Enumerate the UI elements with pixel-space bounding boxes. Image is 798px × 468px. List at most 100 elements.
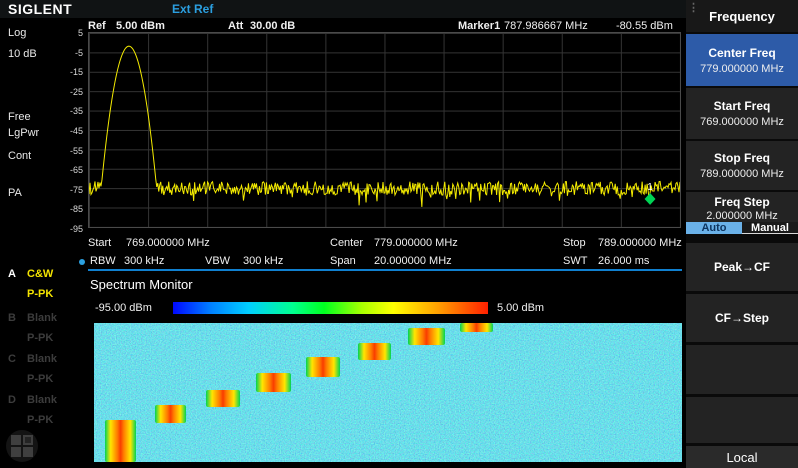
waterfall-display — [94, 323, 682, 462]
stop-freq-label: Stop Freq — [714, 151, 770, 165]
waterfall-hotspot — [408, 328, 445, 345]
trace-a-detector: P-PK — [27, 288, 53, 300]
swt-value: 26.000 ms — [598, 255, 649, 267]
trace-d-mode: Blank — [27, 394, 57, 406]
y-axis-tick: -5 — [75, 48, 83, 58]
marker-freq: 787.986667 MHz — [504, 20, 588, 32]
center-label: Center — [330, 237, 363, 249]
y-axis-tick: -85 — [70, 204, 83, 214]
marker1-diamond-icon — [645, 193, 656, 205]
peak-to-cf-button[interactable]: Peak→CF — [686, 243, 798, 291]
manual-option[interactable]: Manual — [742, 222, 798, 234]
title-bar: SIGLENT Ext Ref — [0, 0, 686, 18]
cf-to-step-button[interactable]: CF→Step — [686, 294, 798, 342]
grip-dots-icon: ⋮ — [688, 4, 699, 12]
y-axis-tick: -55 — [70, 146, 83, 156]
trace-c-id: C — [8, 353, 16, 365]
trace-c-detector: P-PK — [27, 373, 53, 385]
window-layout-button[interactable] — [6, 430, 38, 462]
center-value: 779.000000 MHz — [374, 237, 458, 249]
rbw-coupled-dot-icon — [79, 259, 85, 265]
start-value: 769.000000 MHz — [126, 237, 210, 249]
scale-max-label: 5.00 dBm — [497, 302, 544, 314]
att-value: 30.00 dB — [250, 20, 295, 32]
preamp-label: PA — [8, 187, 22, 199]
sweep-label: Cont — [8, 150, 31, 162]
freq-step-value: 2.000000 MHz — [706, 210, 778, 222]
stop-freq-value: 789.000000 MHz — [700, 168, 784, 180]
freq-step-button[interactable]: Freq Step 2.000000 MHz Auto Manual — [686, 192, 798, 234]
waterfall-hotspot — [256, 373, 291, 392]
scale-min-label: -95.00 dBm — [95, 302, 152, 314]
freq-step-mode-toggle: Auto Manual — [686, 222, 798, 234]
amplitude-color-scale — [173, 302, 488, 314]
trace-d-detector: P-PK — [27, 414, 53, 426]
spectrum-analyzer-screen: SIGLENT Ext Ref Ref 5.00 dBm Att 30.00 d… — [0, 0, 798, 468]
y-axis-tick: -15 — [70, 67, 83, 77]
waterfall-hotspot — [206, 390, 240, 407]
vbw-value: 300 kHz — [243, 255, 283, 267]
span-label: Span — [330, 255, 356, 267]
cf-to-step-label: CF→Step — [715, 311, 769, 325]
marker1-number: 1 — [647, 182, 653, 193]
start-freq-value: 769.000000 MHz — [700, 116, 784, 128]
y-axis-tick: -35 — [70, 106, 83, 116]
ref-value: 5.00 dBm — [116, 20, 165, 32]
layout-grid-icon — [11, 447, 21, 457]
y-axis-tick: -75 — [70, 185, 83, 195]
section-divider — [88, 269, 682, 271]
center-freq-label: Center Freq — [708, 46, 775, 60]
scale-type-label: Log — [8, 27, 26, 39]
waterfall-hotspot — [155, 405, 186, 423]
power-label: LgPwr — [8, 127, 39, 139]
layout-grid-icon — [11, 435, 21, 445]
auto-option[interactable]: Auto — [686, 222, 742, 234]
trace-b-detector: P-PK — [27, 332, 53, 344]
center-freq-button[interactable]: Center Freq 779.000000 MHz — [686, 34, 798, 86]
stop-value: 789.000000 MHz — [598, 237, 682, 249]
marker-label: Marker1 — [458, 20, 500, 32]
stop-freq-button[interactable]: Stop Freq 789.000000 MHz — [686, 141, 798, 190]
scale-div-label: 10 dB — [8, 48, 37, 60]
local-button[interactable]: Local — [686, 446, 798, 468]
waterfall-hotspot — [358, 343, 391, 360]
ref-label: Ref — [88, 20, 106, 32]
stop-label: Stop — [563, 237, 586, 249]
freq-step-label: Freq Step — [714, 195, 769, 209]
blank-softkey-2[interactable] — [686, 397, 798, 443]
menu-header: ⋮ Frequency — [686, 0, 798, 32]
start-freq-label: Start Freq — [714, 99, 771, 113]
trace-b-id: B — [8, 312, 16, 324]
trace-d-id: D — [8, 394, 16, 406]
y-axis-tick: -25 — [70, 87, 83, 97]
y-axis-tick: -65 — [70, 165, 83, 175]
softkey-panel: ⋮ Frequency Center Freq 779.000000 MHz S… — [686, 0, 798, 468]
start-label: Start — [88, 237, 111, 249]
rbw-value: 300 kHz — [124, 255, 164, 267]
layout-grid-icon — [23, 447, 33, 457]
spectrum-monitor-title: Spectrum Monitor — [90, 277, 193, 292]
trace-plot: 1 — [89, 33, 680, 227]
vbw-label: VBW — [205, 255, 230, 267]
y-axis-labels: 5-5-15-25-35-45-55-65-75-85-95 — [58, 32, 85, 228]
trace-a-line — [89, 46, 680, 207]
center-freq-value: 779.000000 MHz — [700, 63, 784, 75]
waterfall-hotspot — [460, 323, 493, 332]
waterfall-hotspot — [105, 420, 136, 462]
menu-title: Frequency — [709, 9, 775, 24]
start-freq-button[interactable]: Start Freq 769.000000 MHz — [686, 88, 798, 139]
layout-grid-icon — [23, 435, 33, 445]
rbw-label: RBW — [90, 255, 116, 267]
trigger-label: Free — [8, 111, 31, 123]
trace-b-mode: Blank — [27, 312, 57, 324]
spectrum-graph: 1 — [88, 32, 681, 228]
trace-a-mode: C&W — [27, 268, 53, 280]
ext-ref-status: Ext Ref — [172, 2, 213, 16]
waterfall-hotspot — [306, 357, 340, 377]
siglent-logo: SIGLENT — [8, 1, 72, 17]
marker-level: -80.55 dBm — [616, 20, 673, 32]
swt-label: SWT — [563, 255, 587, 267]
span-value: 20.000000 MHz — [374, 255, 452, 267]
trace-c-mode: Blank — [27, 353, 57, 365]
blank-softkey-1[interactable] — [686, 345, 798, 394]
